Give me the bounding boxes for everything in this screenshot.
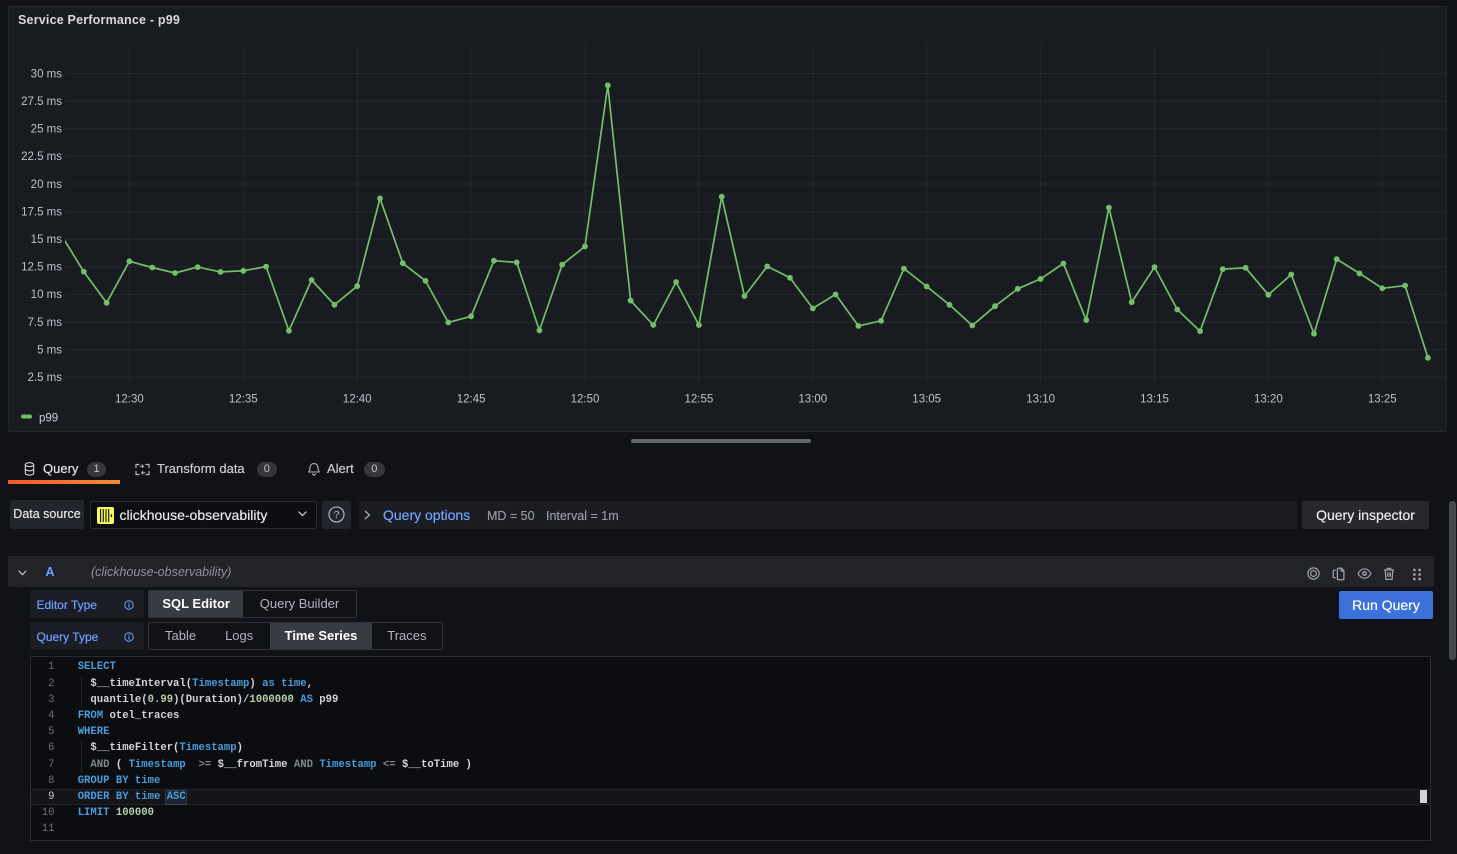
svg-text:10 ms: 10 ms: [31, 289, 63, 301]
svg-text:12:55: 12:55: [685, 394, 714, 406]
svg-text:p99: p99: [39, 413, 58, 425]
svg-text:13:00: 13:00: [798, 394, 827, 406]
svg-text:12:35: 12:35: [229, 394, 258, 406]
svg-text:17.5 ms: 17.5 ms: [21, 206, 62, 218]
svg-text:13:20: 13:20: [1254, 394, 1283, 406]
svg-text:?: ?: [334, 509, 340, 521]
svg-text:20 ms: 20 ms: [31, 179, 63, 191]
svg-text:12:40: 12:40: [343, 394, 372, 406]
svg-text:12:30: 12:30: [115, 394, 144, 406]
svg-text:27.5 ms: 27.5 ms: [21, 96, 62, 108]
svg-text:12:45: 12:45: [457, 394, 486, 406]
svg-text:2.5 ms: 2.5 ms: [27, 372, 62, 384]
svg-text:13:05: 13:05: [912, 394, 941, 406]
svg-text:12:50: 12:50: [571, 394, 600, 406]
svg-text:7.5 ms: 7.5 ms: [27, 317, 62, 329]
svg-text:30 ms: 30 ms: [31, 68, 63, 80]
svg-text:15 ms: 15 ms: [31, 234, 63, 246]
svg-text:13:25: 13:25: [1368, 394, 1397, 406]
svg-text:12.5 ms: 12.5 ms: [21, 262, 62, 274]
svg-text:5 ms: 5 ms: [37, 344, 62, 356]
svg-text:13:10: 13:10: [1026, 394, 1055, 406]
svg-text:22.5 ms: 22.5 ms: [21, 151, 62, 163]
svg-text:25 ms: 25 ms: [31, 124, 63, 136]
svg-text:13:15: 13:15: [1140, 394, 1169, 406]
